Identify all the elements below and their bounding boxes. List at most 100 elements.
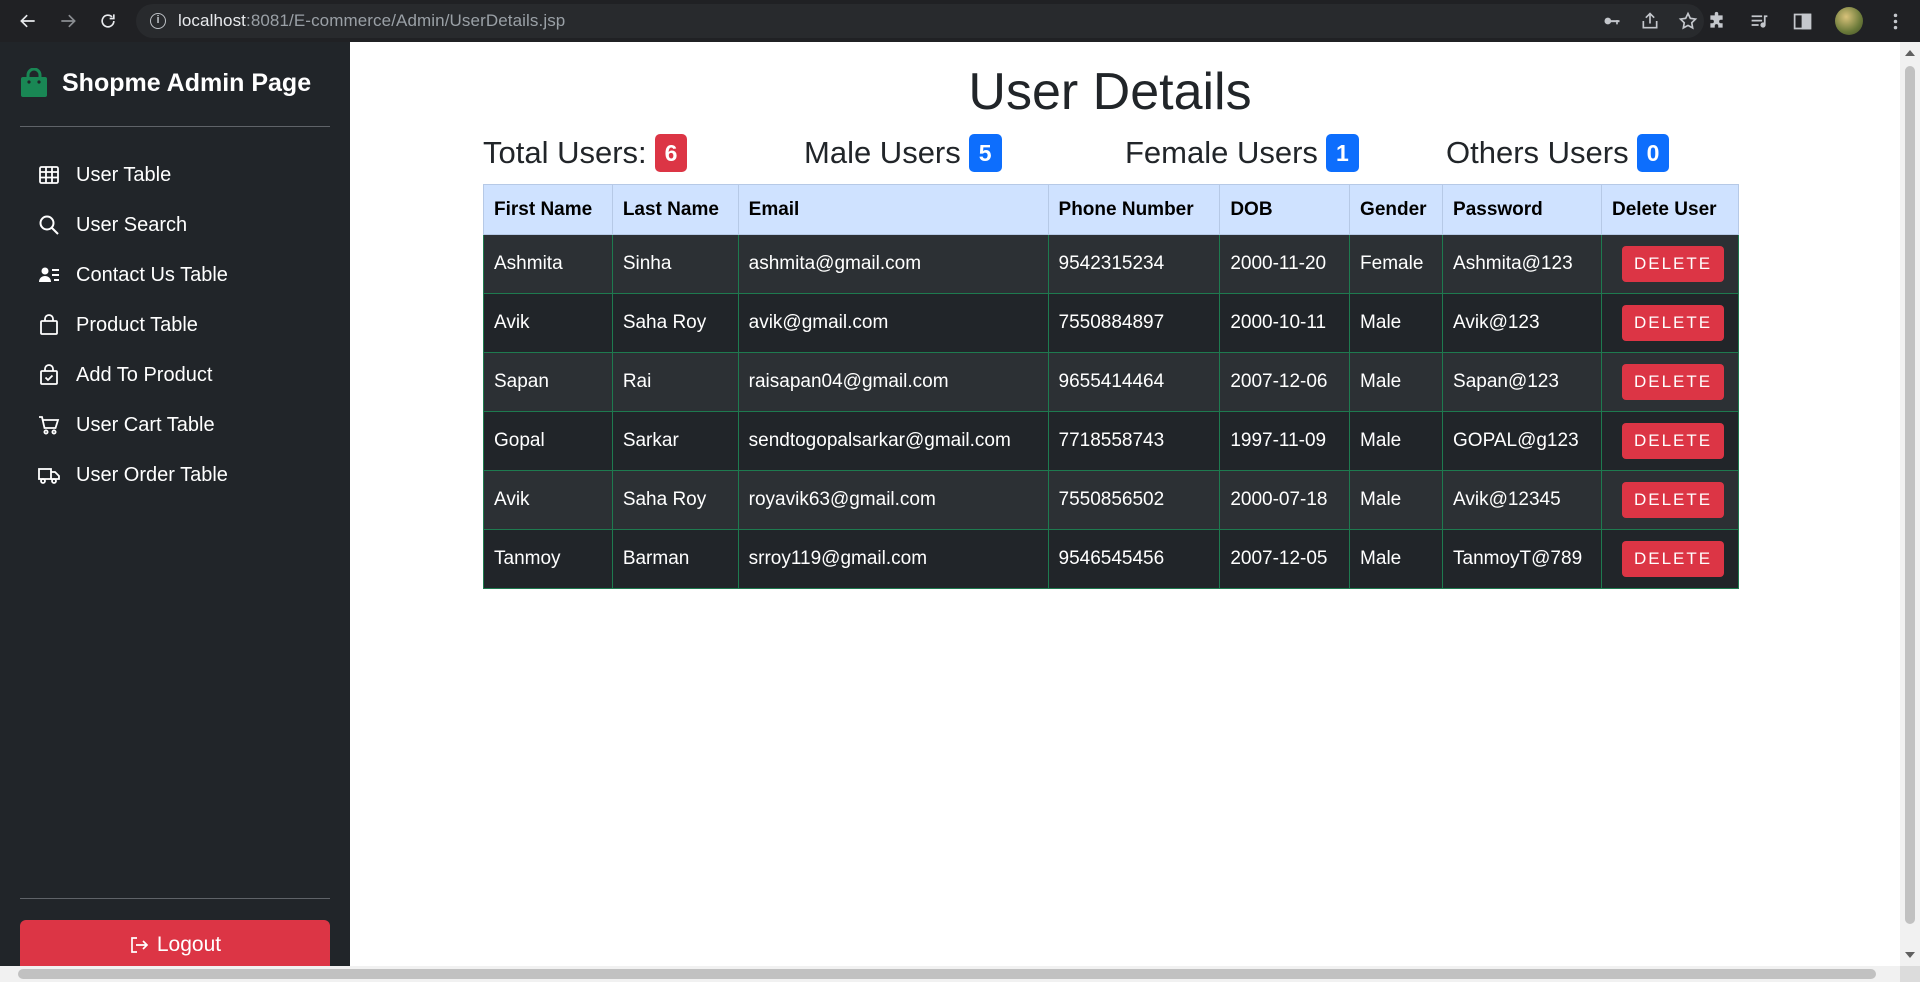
table-cell: DELETE [1600, 352, 1740, 412]
table-cell: GOPAL@g123 [1442, 411, 1602, 471]
table-cell: DELETE [1600, 411, 1740, 471]
table-cell: Saha Roy [611, 470, 739, 530]
table-cell: Tanmoy [483, 529, 613, 589]
site-info-icon[interactable]: i [150, 13, 166, 29]
delete-user-button[interactable]: DELETE [1621, 541, 1725, 577]
table-cell: avik@gmail.com [737, 293, 1049, 353]
table-cell: raisapan04@gmail.com [737, 352, 1049, 412]
table-cell: Avik [483, 470, 613, 530]
divider [20, 126, 330, 127]
sidebar-item-add-to-product[interactable]: Add To Product [20, 350, 330, 400]
scroll-up-arrow-icon[interactable] [1905, 50, 1915, 56]
table-cell: Ashmita@123 [1442, 234, 1602, 294]
column-header: Phone Number [1047, 184, 1221, 235]
sidebar-item-label: Product Table [76, 313, 198, 336]
sidebar-menu: User Table User Search Contact Us Table … [20, 150, 330, 500]
back-arrow-icon[interactable] [10, 3, 46, 39]
shopping-bag-logo-icon [21, 68, 47, 97]
table-cell: 9542315234 [1047, 234, 1221, 294]
table-cell: ashmita@gmail.com [737, 234, 1049, 294]
extensions-puzzle-icon[interactable] [1706, 11, 1727, 32]
main-content: User Details Total Users: 6 Male Users 5… [350, 42, 1900, 966]
brand[interactable]: Shopme Admin Page [20, 68, 311, 98]
delete-user-button[interactable]: DELETE [1621, 482, 1725, 518]
table-cell: DELETE [1600, 293, 1740, 353]
divider [20, 898, 330, 899]
table-cell: royavik63@gmail.com [737, 470, 1049, 530]
table-cell: Sapan [483, 352, 613, 412]
table-row: Tanmoy Barman srroy119@gmail.com 9546545456… [483, 529, 1740, 589]
table-cell: srroy119@gmail.com [737, 529, 1049, 589]
profile-avatar[interactable] [1835, 7, 1863, 35]
stat-label: Others Users [1446, 135, 1629, 170]
table-cell: 7718558743 [1047, 411, 1221, 471]
delete-user-button[interactable]: DELETE [1621, 423, 1725, 459]
table-cell: Male [1349, 470, 1444, 530]
table-cell: 2007-12-06 [1219, 352, 1351, 412]
stat-female-users: Female Users 1 [1125, 134, 1359, 172]
share-icon[interactable] [1640, 11, 1660, 31]
table-row: Sapan Rai raisapan04@gmail.com 9655414464 20… [483, 352, 1740, 412]
media-playlist-icon[interactable] [1749, 11, 1770, 32]
table-cell: TanmoyT@789 [1442, 529, 1602, 589]
reload-icon[interactable] [90, 3, 126, 39]
vertical-scrollbar[interactable] [1900, 42, 1920, 966]
sidebar: Shopme Admin Page User Table User Search… [0, 42, 350, 970]
table-row: Avik Saha Roy avik@gmail.com 7550884897 2000… [483, 293, 1740, 353]
table-row: Avik Saha Roy royavik63@gmail.com 755085650… [483, 470, 1740, 530]
address-bar[interactable]: i localhost:8081/E-commerce/Admin/UserDe… [136, 4, 1704, 38]
column-header: DOB [1219, 184, 1351, 235]
sidebar-item-label: User Table [76, 163, 172, 186]
sidebar-item-user-order-table[interactable]: User Order Table [20, 450, 330, 500]
table-row: Gopal Sarkar sendtogopalsarkar@gmail.com 77… [483, 411, 1740, 471]
delete-user-button[interactable]: DELETE [1621, 246, 1725, 282]
table-cell: 7550884897 [1047, 293, 1221, 353]
table-cell: DELETE [1600, 470, 1740, 530]
table-cell: Avik [483, 293, 613, 353]
table-row: Ashmita Sinha ashmita@gmail.com 9542315234 2… [483, 234, 1740, 294]
table-cell: Male [1349, 529, 1444, 589]
sidebar-item-label: User Order Table [76, 463, 228, 486]
table-cell: Sapan@123 [1442, 352, 1602, 412]
count-badge: 1 [1325, 134, 1359, 172]
table-cell: Saha Roy [611, 293, 739, 353]
table-cell: Barman [611, 529, 739, 589]
table-cell: Rai [611, 352, 739, 412]
table-cell: 7550856502 [1047, 470, 1221, 530]
cart-icon [39, 416, 60, 435]
count-badge: 6 [654, 134, 688, 172]
stat-label: Total Users: [483, 135, 647, 170]
side-panel-icon[interactable] [1792, 11, 1813, 32]
delete-user-button[interactable]: DELETE [1621, 364, 1725, 400]
table-cell: 2000-10-11 [1219, 293, 1351, 353]
key-icon[interactable] [1602, 11, 1622, 31]
shopping-bag-icon [40, 314, 58, 335]
horizontal-scrollbar[interactable] [0, 966, 1900, 982]
column-header: Last Name [611, 184, 739, 235]
sidebar-item-contact-us-table[interactable]: Contact Us Table [20, 250, 330, 300]
logout-label: Logout [156, 933, 222, 956]
sidebar-item-label: Add To Product [76, 363, 213, 386]
more-vertical-icon[interactable] [1885, 11, 1906, 32]
sidebar-item-user-search[interactable]: User Search [20, 200, 330, 250]
sidebar-item-label: User Search [76, 213, 188, 236]
forward-arrow-icon[interactable] [50, 3, 86, 39]
delete-user-button[interactable]: DELETE [1621, 305, 1725, 341]
bookmark-star-icon[interactable] [1678, 11, 1698, 31]
sidebar-item-product-table[interactable]: Product Table [20, 300, 330, 350]
column-header: Gender [1349, 184, 1444, 235]
table-cell: Sarkar [611, 411, 739, 471]
sidebar-item-user-cart-table[interactable]: User Cart Table [20, 400, 330, 450]
scroll-down-arrow-icon[interactable] [1905, 952, 1915, 958]
table-cell: DELETE [1600, 234, 1740, 294]
table-cell: 2007-12-05 [1219, 529, 1351, 589]
table-cell: Ashmita [483, 234, 613, 294]
sidebar-item-user-table[interactable]: User Table [20, 150, 330, 200]
sidebar-item-label: Contact Us Table [76, 263, 228, 286]
stat-male-users: Male Users 5 [804, 134, 1002, 172]
scrollbar-thumb[interactable] [1905, 66, 1915, 924]
logout-button[interactable]: Logout [20, 920, 330, 970]
url-text[interactable]: localhost:8081/E-commerce/Admin/UserDeta… [178, 11, 565, 31]
scrollbar-thumb[interactable] [18, 969, 1876, 979]
search-icon [39, 215, 59, 235]
